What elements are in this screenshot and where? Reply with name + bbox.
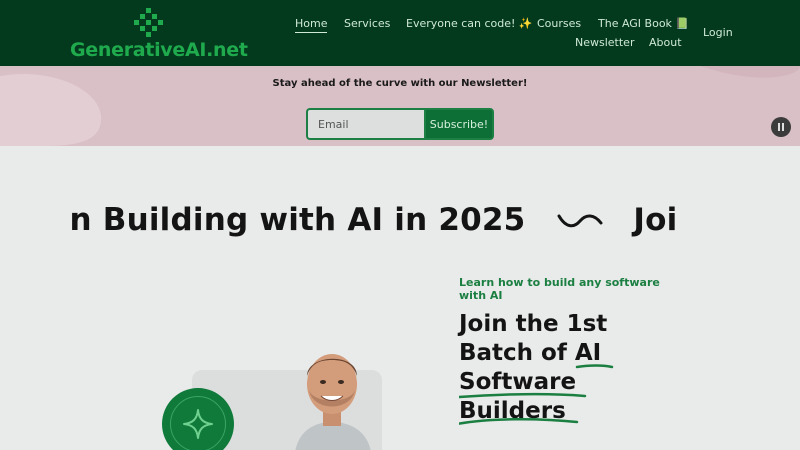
nav-login[interactable]: Login — [703, 26, 733, 39]
marquee-text-next: Joi — [633, 201, 678, 238]
brand-logo[interactable]: GenerativeAI.net — [70, 8, 248, 62]
nav-services[interactable]: Services — [344, 17, 390, 30]
pause-button[interactable] — [771, 117, 791, 137]
hero-subtitle: Learn how to build any software with AI — [459, 276, 660, 302]
hero-title: Join the 1st Batch of AI Software Builde… — [459, 310, 689, 426]
marquee-text: on Building with AI in 2025 — [70, 201, 526, 238]
nav-agi-book[interactable]: The AGI Book 📗 — [598, 17, 689, 30]
nav-home[interactable]: Home — [295, 17, 328, 33]
logo-mark-icon — [134, 8, 163, 37]
marquee-banner: on Building with AI in 2025 Joi — [70, 196, 730, 246]
pause-icon-bar — [782, 123, 784, 131]
nav-newsletter[interactable]: Newsletter — [575, 36, 634, 49]
title-underline-decoration — [459, 364, 614, 425]
wave-icon — [557, 214, 603, 227]
sparkle-badge — [162, 388, 234, 450]
brand-name: GenerativeAI.net — [70, 39, 248, 61]
badge-ring — [170, 396, 226, 450]
site-header: GenerativeAI.net Home Services Everyone … — [0, 0, 800, 66]
nav-courses[interactable]: Courses — [537, 17, 581, 30]
email-placeholder: Email — [318, 117, 349, 131]
nav-everyone-can-code[interactable]: Everyone can code! ✨ — [406, 17, 533, 30]
nav-about[interactable]: About — [649, 36, 682, 49]
email-input[interactable]: Email — [306, 108, 424, 140]
instructor-photo — [295, 354, 371, 450]
pause-icon — [778, 123, 780, 131]
newsletter-banner: Stay ahead of the curve with our Newslet… — [0, 66, 800, 146]
subscribe-button[interactable]: Subscribe! — [424, 108, 494, 140]
newsletter-title: Stay ahead of the curve with our Newslet… — [272, 78, 528, 89]
